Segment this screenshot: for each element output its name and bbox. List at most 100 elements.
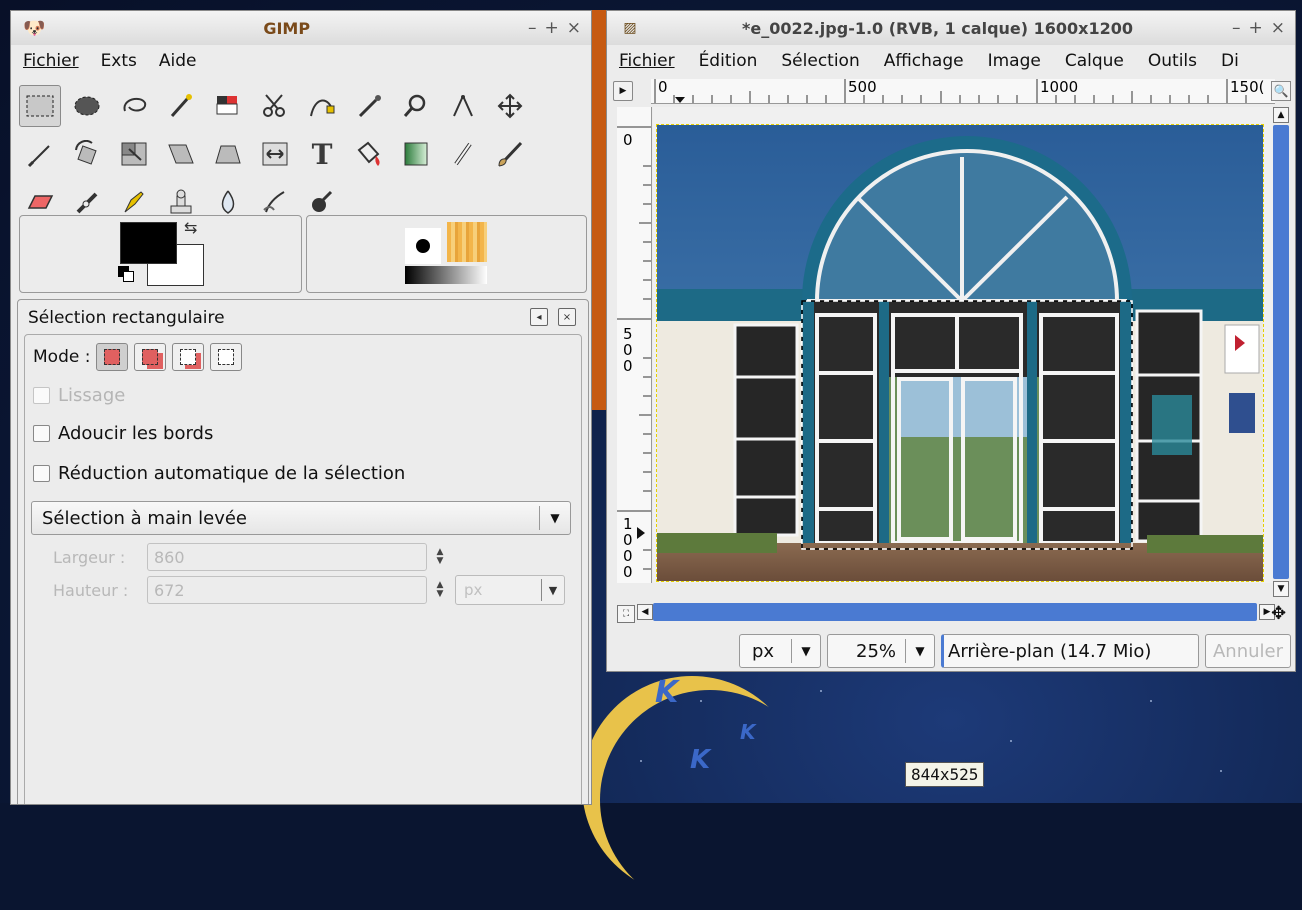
maximize-icon[interactable]: + [545, 18, 559, 38]
cancel-button[interactable]: Annuler [1205, 634, 1291, 668]
feather-option[interactable]: Adoucir les bords [33, 423, 213, 444]
crop-icon[interactable] [19, 133, 61, 175]
menu-fichier[interactable]: Fichier [619, 51, 675, 71]
scroll-down-icon[interactable]: ▼ [1273, 581, 1289, 597]
zoom-icon[interactable] [395, 85, 437, 127]
ruler-label-1000: 1000 [1040, 79, 1078, 96]
wilber-icon: ▨ [623, 20, 637, 36]
pattern-preview[interactable] [447, 222, 487, 262]
blend-icon[interactable] [395, 133, 437, 175]
chevron-down-icon[interactable]: ▼ [905, 639, 934, 663]
vertical-ruler[interactable]: 0 5 0 0 1 0 0 0 [617, 107, 652, 583]
mode-subtract-button[interactable] [172, 343, 205, 371]
maximize-icon[interactable]: + [1249, 18, 1263, 38]
menu-fichier[interactable]: Fichier [23, 51, 79, 71]
moon-decoration [600, 690, 820, 910]
close-icon[interactable]: × [567, 18, 581, 38]
fuzzy-select-icon[interactable] [160, 85, 202, 127]
unit-dropdown[interactable]: px ▼ [455, 575, 565, 605]
mode-row: Mode : [33, 343, 243, 371]
free-select-icon[interactable] [113, 85, 155, 127]
horizontal-ruler[interactable]: 0 500 1000 150( [651, 78, 1275, 104]
rect-select-icon[interactable] [19, 85, 61, 127]
width-field[interactable]: 860 [147, 543, 427, 571]
vertical-scrollbar[interactable]: ▲ ▼ [1273, 107, 1289, 599]
menu-calque[interactable]: Calque [1065, 51, 1124, 71]
vertical-scroll-thumb[interactable] [1273, 125, 1289, 579]
pencil-icon[interactable] [442, 133, 484, 175]
color-picker-icon[interactable] [348, 85, 390, 127]
scroll-up-icon[interactable]: ▲ [1273, 107, 1289, 123]
mode-add-button[interactable] [134, 343, 167, 371]
image-menu-button[interactable]: ▶ [613, 81, 633, 101]
quick-mask-icon[interactable]: ⛶ [617, 605, 635, 623]
ruler-label-500: 500 [848, 79, 877, 96]
dock-close-icon[interactable]: × [558, 308, 576, 326]
background-window-edge [592, 10, 606, 410]
image-window-titlebar[interactable]: ▨ *e_0022.jpg-1.0 (RVB, 1 calque) 1600x1… [607, 11, 1295, 45]
zoom-selector[interactable]: 25% ▼ [827, 634, 935, 668]
chevron-down-icon[interactable]: ▼ [539, 506, 570, 530]
menu-exts[interactable]: Exts [101, 51, 137, 71]
select-by-color-icon[interactable] [207, 85, 249, 127]
menu-edition[interactable]: Édition [699, 51, 758, 71]
menu-selection[interactable]: Sélection [781, 51, 859, 71]
mode-replace-button[interactable] [96, 343, 129, 371]
unit-selector[interactable]: px ▼ [739, 634, 821, 668]
image-canvas[interactable] [653, 107, 1273, 583]
paths-icon[interactable] [301, 85, 343, 127]
swap-colors-icon[interactable]: ⇆ [184, 218, 197, 237]
photo-building-entrance[interactable] [656, 124, 1264, 582]
zoom-toggle-icon[interactable]: 🔍 [1271, 81, 1291, 101]
svg-text:0: 0 [623, 563, 633, 581]
ellipse-select-icon[interactable] [66, 85, 108, 127]
text-icon[interactable]: T [301, 133, 343, 175]
horizontal-scrollbar[interactable]: ◀ ▶ [637, 603, 1277, 623]
horizontal-scroll-thumb[interactable] [653, 603, 1257, 621]
antialias-option[interactable]: Lissage [33, 385, 125, 406]
close-icon[interactable]: × [1271, 18, 1285, 38]
perspective-icon[interactable] [207, 133, 249, 175]
rotate-icon[interactable] [66, 133, 108, 175]
selection-mode-dropdown[interactable]: Sélection à main levée ▼ [31, 501, 571, 535]
chevron-down-icon[interactable]: ▼ [791, 639, 820, 663]
chevron-down-icon[interactable]: ▼ [541, 579, 564, 601]
antialias-checkbox[interactable] [33, 387, 50, 404]
move-icon[interactable] [489, 85, 531, 127]
minimize-icon[interactable]: – [1232, 18, 1241, 38]
menu-outils[interactable]: Outils [1148, 51, 1197, 71]
menu-affichage[interactable]: Affichage [884, 51, 964, 71]
mode-intersect-button[interactable] [210, 343, 243, 371]
flip-icon[interactable] [254, 133, 296, 175]
height-field[interactable]: 672 [147, 576, 427, 604]
height-row: Hauteur : 672 ▲ ▼ px ▼ [53, 575, 565, 605]
feather-label: Adoucir les bords [58, 423, 214, 444]
width-spinner[interactable]: ▲ ▼ [433, 548, 447, 566]
auto-shrink-option[interactable]: Réduction automatique de la sélection [33, 463, 405, 484]
auto-shrink-checkbox[interactable] [33, 465, 50, 482]
bucket-fill-icon[interactable] [348, 133, 390, 175]
reset-colors-icon[interactable] [118, 266, 134, 282]
dock-menu-icon[interactable]: ◂ [530, 308, 548, 326]
scroll-left-icon[interactable]: ◀ [637, 604, 653, 620]
feather-checkbox[interactable] [33, 425, 50, 442]
minimize-icon[interactable]: – [528, 18, 537, 38]
scissors-select-icon[interactable] [254, 85, 296, 127]
desktop-letter-decoration: K [655, 675, 679, 710]
scale-icon[interactable] [113, 133, 155, 175]
height-spinner[interactable]: ▲ ▼ [433, 581, 447, 599]
antialias-label: Lissage [58, 385, 126, 406]
gradient-preview[interactable] [405, 266, 487, 284]
wilber-icon: 🐶 [23, 17, 46, 39]
foreground-color-swatch[interactable] [120, 222, 177, 264]
menu-aide[interactable]: Aide [159, 51, 197, 71]
shear-icon[interactable] [160, 133, 202, 175]
height-label: Hauteur : [53, 580, 129, 600]
navigate-icon[interactable]: ✥ [1271, 603, 1286, 624]
toolbox-titlebar[interactable]: 🐶 GIMP – + × [11, 11, 591, 45]
paintbrush-icon[interactable] [489, 133, 531, 175]
brush-preview[interactable] [405, 228, 441, 264]
measure-icon[interactable] [442, 85, 484, 127]
menu-dialogues[interactable]: Di [1221, 51, 1239, 71]
menu-image[interactable]: Image [988, 51, 1041, 71]
